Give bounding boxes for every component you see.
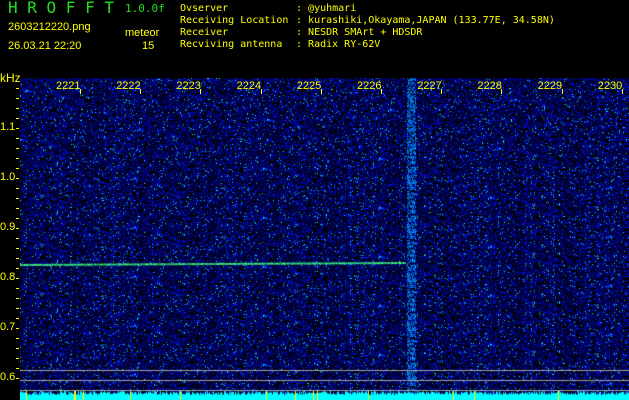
version: 1.0.0f [125, 2, 165, 15]
meteor-label: meteor [125, 27, 160, 39]
meteor-count: 15 [142, 40, 155, 52]
info-location: Receiving Location [180, 15, 289, 26]
spectrogram [20, 78, 629, 400]
y-tick-mark [16, 318, 19, 319]
hrofft-window: H R O F F T 1.0.0f 2603212220.png 26.03.… [0, 0, 629, 400]
info-observer: Ovserver [180, 3, 229, 14]
x-tick-label: 2228 [477, 80, 502, 92]
y-tick-mark [16, 118, 19, 119]
y-tick-mark [16, 288, 19, 289]
y-tick-mark [16, 358, 19, 359]
y-tick-mark [16, 218, 19, 219]
x-tick-mark [140, 89, 142, 94]
x-tick-label: 2226 [357, 80, 382, 92]
y-tick-mark [16, 198, 19, 199]
y-tick-mark [16, 158, 19, 159]
y-tick-mark [16, 108, 19, 109]
x-tick-mark [441, 89, 443, 94]
info-receiver: Receiver [180, 27, 229, 38]
y-tick-mark [16, 338, 19, 339]
y-tick-label: 0.8 [0, 271, 16, 283]
x-tick-mark [621, 89, 623, 94]
y-tick-mark [16, 188, 19, 189]
y-tick-mark [16, 98, 19, 99]
x-tick-label: 2223 [176, 80, 201, 92]
y-tick-mark [16, 178, 19, 179]
y-tick-mark [16, 308, 19, 309]
x-tick-mark [80, 89, 81, 94]
x-tick-label: 2227 [417, 80, 442, 92]
info-antenna: Recviving antenna [180, 39, 283, 50]
y-tick-label: 1.0 [0, 171, 16, 183]
app-name: H R O F F T [8, 0, 114, 17]
filename: 2603212220.png [8, 21, 91, 33]
datetime: 26.03.21 22:20 [8, 40, 82, 52]
y-tick-mark [16, 168, 19, 169]
y-tick-mark [16, 278, 19, 279]
y-tick-mark [16, 88, 19, 89]
y-tick-mark [16, 348, 19, 349]
x-tick-mark [320, 89, 322, 94]
y-tick-mark [16, 368, 19, 369]
y-tick-label: 0.9 [0, 221, 16, 233]
x-tick-label: 2225 [296, 80, 322, 92]
info-observer-value: : @yuhmari [296, 3, 357, 14]
y-tick-mark [16, 228, 19, 229]
x-tick-mark [501, 89, 503, 94]
x-tick-mark [381, 89, 382, 94]
x-tick-label: 2224 [236, 80, 262, 92]
y-tick-mark [16, 128, 19, 129]
x-tick-label: 2221 [56, 80, 81, 92]
y-tick-mark [16, 328, 19, 329]
y-tick-label: 0.6 [0, 371, 16, 383]
y-tick-mark [16, 298, 19, 299]
y-tick-label: 1.1 [0, 121, 16, 133]
y-tick-mark [16, 258, 19, 259]
x-tick-label: 2222 [116, 80, 141, 92]
y-tick-mark [16, 208, 19, 209]
info-antenna-value: : Radix RY-62V [296, 39, 381, 50]
x-tick-mark [200, 89, 202, 94]
x-tick-label: 2230 [597, 80, 623, 92]
y-tick-label: 0.7 [0, 321, 16, 333]
y-tick-mark [16, 268, 19, 269]
info-location-value: : kurashiki,Okayama,JAPAN (133.77E, 34.5… [296, 15, 555, 26]
y-tick-mark [16, 138, 19, 139]
x-tick-label: 2229 [537, 80, 563, 92]
y-tick-mark [16, 148, 19, 149]
x-tick-mark [561, 89, 563, 94]
y-tick-mark [16, 238, 19, 239]
y-tick-mark [16, 378, 19, 379]
y-axis-unit: kHz [0, 71, 21, 85]
y-tick-mark [16, 248, 19, 249]
info-receiver-value: : NESDR SMArt + HDSDR [296, 27, 423, 38]
x-tick-mark [260, 89, 262, 94]
